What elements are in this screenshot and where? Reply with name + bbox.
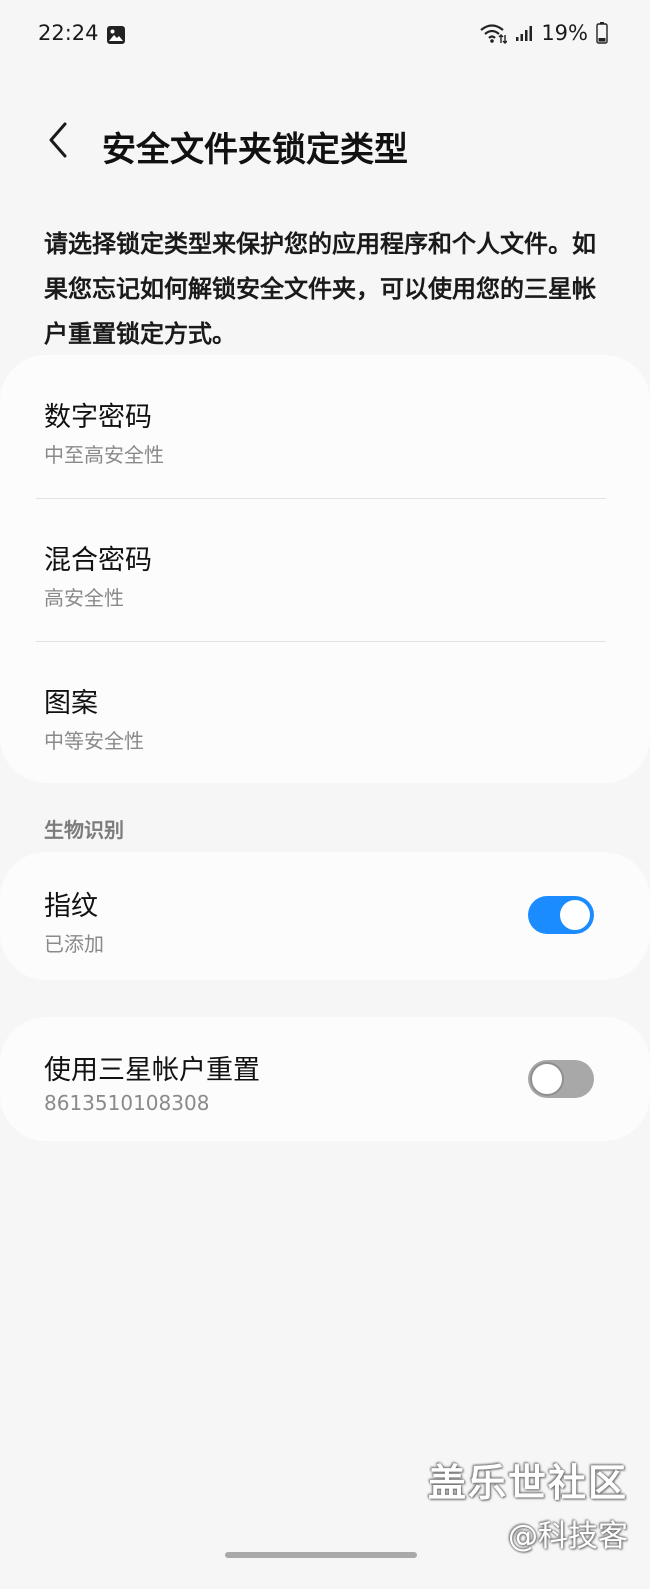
- lock-option-title: 图案: [44, 688, 98, 719]
- watermark: 盖乐世社区 @科技客: [428, 1452, 628, 1555]
- header: 安全文件夹锁定类型: [0, 110, 650, 180]
- lock-option-password[interactable]: 混合密码 高安全性: [0, 499, 650, 641]
- section-label-biometrics: 生物识别: [44, 818, 124, 842]
- gallery-icon: [106, 25, 126, 45]
- watermark-community: 盖乐世社区: [427, 1461, 628, 1505]
- page-title: 安全文件夹锁定类型: [102, 130, 408, 170]
- watermark-author: @科技客: [508, 1519, 628, 1554]
- biometrics-card: 指纹 已添加: [0, 852, 650, 980]
- back-button[interactable]: [36, 120, 80, 164]
- account-reset-card: 使用三星帐户重置 8613510108308: [0, 1017, 650, 1141]
- account-reset-toggle[interactable]: [528, 1060, 594, 1098]
- lock-option-pattern[interactable]: 图案 中等安全性: [0, 642, 650, 783]
- fingerprint-title: 指纹: [44, 891, 98, 922]
- status-icons: 19%: [479, 21, 608, 45]
- chevron-left-icon: [46, 121, 70, 163]
- fingerprint-toggle[interactable]: [528, 896, 594, 934]
- lock-option-subtitle: 高安全性: [44, 586, 124, 610]
- status-bar: 22:24 19%: [0, 0, 650, 70]
- account-reset-row[interactable]: 使用三星帐户重置 8613510108308: [0, 1017, 650, 1141]
- lock-option-title: 数字密码: [44, 402, 152, 433]
- toggle-knob: [558, 898, 592, 932]
- toggle-knob: [530, 1062, 564, 1096]
- lock-option-title: 混合密码: [44, 545, 152, 576]
- lock-type-card: 数字密码 中至高安全性 混合密码 高安全性 图案 中等安全性: [0, 355, 650, 783]
- home-indicator[interactable]: [225, 1552, 417, 1558]
- battery-icon: [596, 22, 608, 44]
- description-text: 请选择锁定类型来保护您的应用程序和个人文件。如果您忘记如何解锁安全文件夹，可以使…: [44, 230, 596, 348]
- lock-option-subtitle: 中至高安全性: [44, 443, 164, 467]
- signal-icon: [515, 24, 533, 42]
- account-reset-subtitle: 8613510108308: [44, 1091, 210, 1115]
- status-time: 22:24: [38, 21, 99, 45]
- fingerprint-subtitle: 已添加: [44, 932, 104, 956]
- battery-percent: 19%: [541, 21, 588, 45]
- account-reset-title: 使用三星帐户重置: [44, 1055, 260, 1086]
- lock-option-subtitle: 中等安全性: [44, 729, 144, 753]
- wifi-icon: [479, 22, 508, 44]
- lock-option-pin[interactable]: 数字密码 中至高安全性: [0, 355, 650, 498]
- fingerprint-row[interactable]: 指纹 已添加: [0, 852, 650, 980]
